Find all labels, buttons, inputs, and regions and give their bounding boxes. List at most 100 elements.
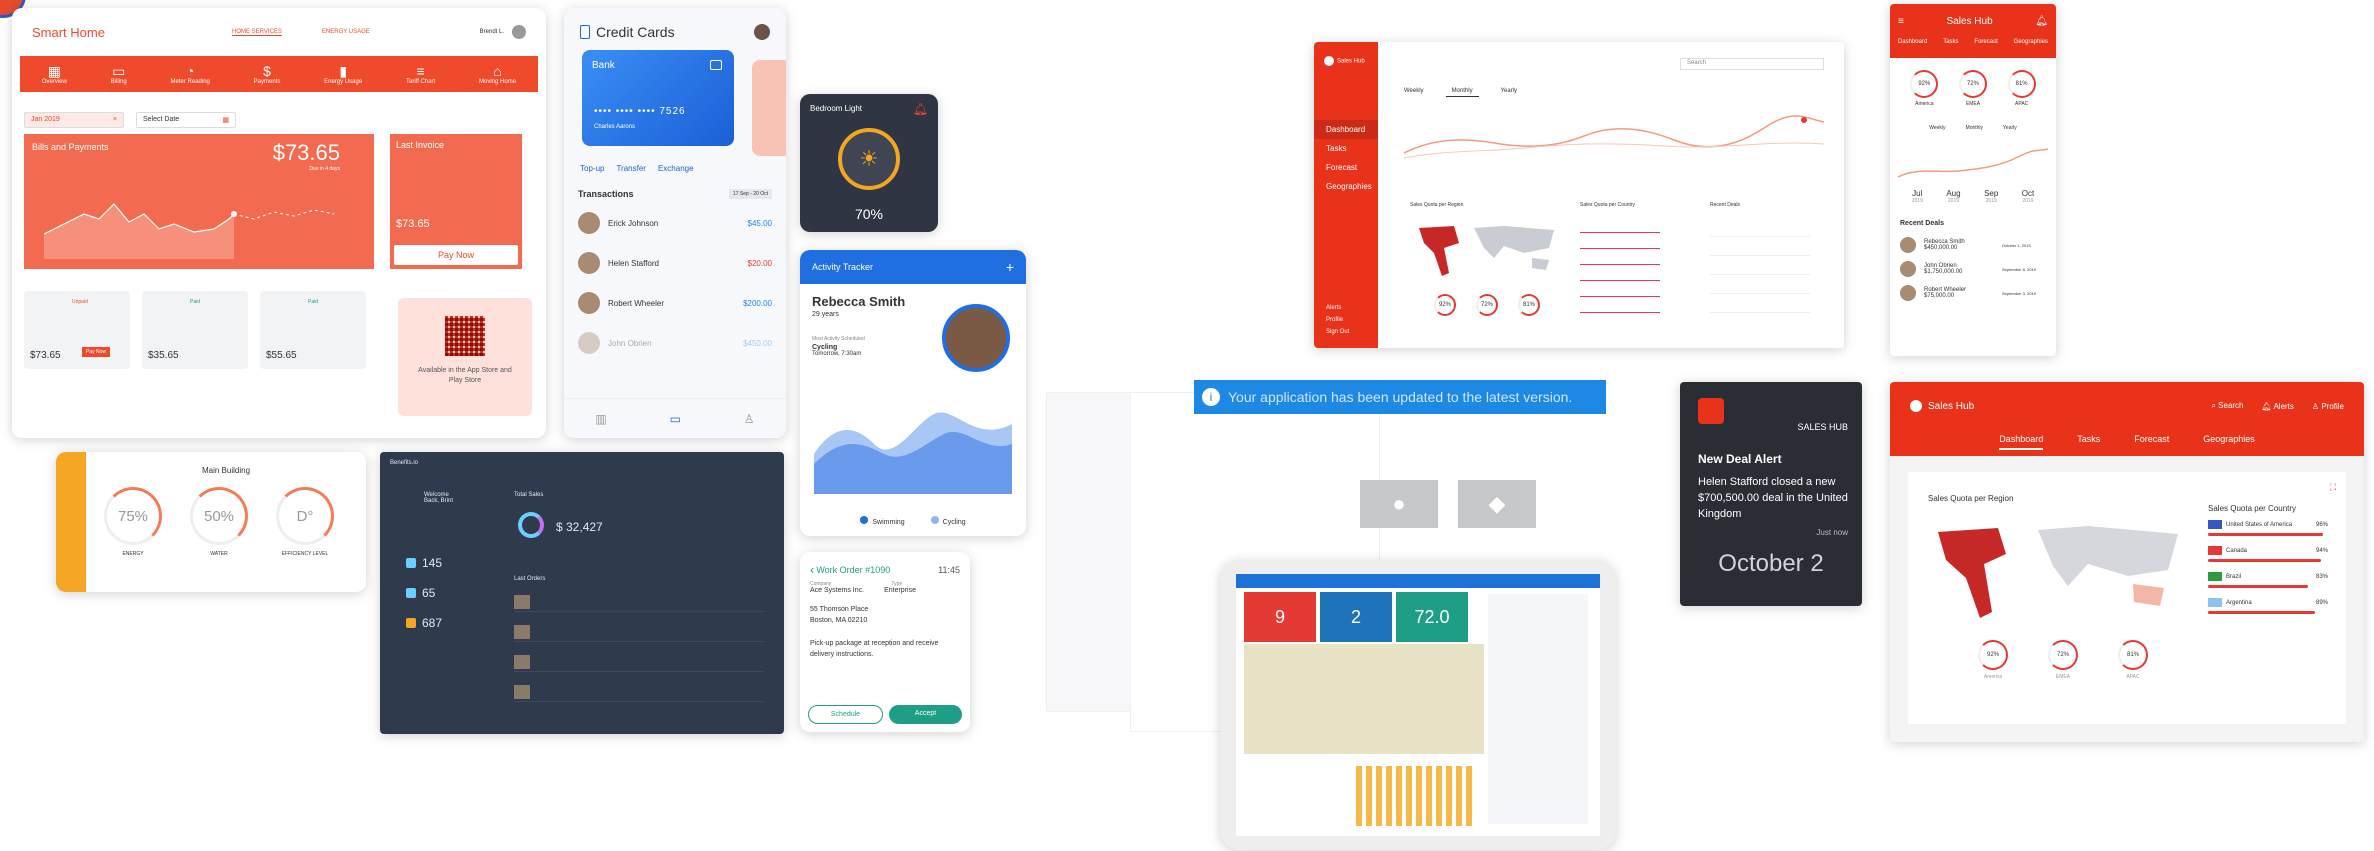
work-order-time: 11:45 [938,564,960,575]
pay-now-button[interactable]: Pay Now [394,245,518,265]
smart-home-card: Smart Home HOME SERVICES ENERGY USAGE Br… [12,8,546,438]
transaction-row[interactable]: Robert Wheeler $200.00 [564,283,786,323]
address: 55 Thomson Place Boston, MA 02210 [810,606,869,624]
quota-bar [2208,559,2321,562]
date-field[interactable]: Jan 2019 × [24,112,124,128]
order-row[interactable] [514,652,764,672]
menu-tasks[interactable]: Tasks [1314,139,1378,158]
company-value: Ace Systems Inc. [810,587,865,594]
ring-label: America [1915,101,1934,107]
nav-label: Payments [253,79,281,85]
transaction-row[interactable]: John Obrien $450.00 [564,323,786,363]
tariff-icon: ≡ [416,63,425,79]
accept-button[interactable]: Accept [889,705,962,724]
tab-tasks[interactable]: Tasks [1943,39,1958,45]
order-row[interactable] [514,622,764,642]
bill-status: Paid [308,299,319,305]
menu-profile[interactable]: Profile [1314,314,1378,326]
nav-item-3[interactable]: $ Payments [254,63,281,85]
tab-geographies[interactable]: Geographies [2203,434,2255,450]
order-row[interactable] [514,682,764,702]
search-link[interactable]: ⌕ Search [2211,401,2243,411]
tab-energy-usage[interactable]: ENERGY USAGE [322,29,370,35]
nav-item-1[interactable]: ▭ Billing [111,63,127,85]
bill-amount: $55.65 [266,350,297,361]
map-area [1244,644,1484,754]
app-store-text: Available in the App Store and Play Stor… [418,367,512,384]
bell-icon[interactable]: 🔔︎ [2035,16,2048,27]
menu-alerts[interactable]: Alerts [1314,302,1378,314]
quota-bar [2208,611,2315,614]
menu-dashboard[interactable]: Dashboard [1314,120,1378,139]
stat-row: 145 [406,556,442,570]
range-tab[interactable]: Monthly [1445,86,1479,97]
month-label: Jul 2019 [1911,189,1923,204]
close-icon[interactable]: × [113,116,117,124]
range-tab[interactable]: Yearly [2003,125,2017,131]
deal-row[interactable]: John Obrien $1,750,000.00 September 8, 201… [1890,257,2056,281]
tab-dashboard[interactable]: Dashboard [1999,434,2044,450]
smart-home-title: Smart Home [32,24,105,40]
quota-ring: 72% EMEA [1958,70,1987,107]
card-icon: ▭ [112,63,126,79]
country-name: Brazil [2226,573,2242,580]
country-rows [1580,218,1660,328]
alerts-link[interactable]: 🔔︎ Alerts [2262,402,2294,411]
tab-dashboard[interactable]: Dashboard [1898,39,1927,45]
tab-forecast[interactable]: Forecast [2134,434,2169,450]
gauge: 75% ENERGY [104,487,162,557]
pay-now-button[interactable]: Pay Now [82,347,111,357]
range-tab[interactable]: Weekly [1398,86,1430,97]
deal-amount: $75,000.00 [1924,293,1955,299]
nav-item-2[interactable]: ◔ Meter Reading [171,63,210,85]
bell-icon[interactable]: 🔔︎ [913,102,928,116]
nav-item-0[interactable]: ▦ Overview [42,63,67,85]
deal-row[interactable]: Rebecca Smith $450,000.00 October 1, 2019 [1890,233,2056,257]
alert-logo [1698,398,1724,424]
nav-item-6[interactable]: ⌂ Moving Home [479,63,516,85]
bulb-icon[interactable]: ☀ [838,128,900,190]
add-icon[interactable]: + [1006,259,1014,275]
activity-tracker-card: Activity Tracker + Rebecca Smith 29 year… [800,250,1026,536]
transaction-row[interactable]: Erick Johnson $45.00 [564,203,786,243]
tab-forecast[interactable]: Forecast [1974,39,1997,45]
ring-value: 72% [1958,70,1987,98]
schedule-button[interactable]: Schedule [808,705,883,724]
action-exchange[interactable]: Exchange [658,164,694,173]
order-row[interactable] [514,592,764,612]
back-icon[interactable]: ‹ [810,562,814,577]
range-tab[interactable]: Monthly [1966,125,1984,131]
action-top-up[interactable]: Top-up [580,164,604,173]
tablet-frame: 9 2 72.0 [1220,560,1616,850]
tab-home-services[interactable]: HOME SERVICES [232,29,282,36]
action-transfer[interactable]: Transfer [616,164,646,173]
chart-icon[interactable]: ▥ [595,412,606,426]
menu-forecast[interactable]: Forecast [1314,158,1378,177]
expand-icon[interactable]: ⛶ [2330,482,2336,493]
deal-row[interactable]: Robert Wheeler $75,000.00 September 3, 201… [1890,281,2056,305]
select-date-field[interactable]: Select Date ▦ [136,112,236,128]
date-value: Jan 2019 [31,116,60,123]
user-icon[interactable]: ♙ [744,412,755,426]
avatar[interactable] [754,24,770,40]
bank-label: Bank [592,60,615,71]
nav-item-4[interactable]: ▮ Energy Usage [324,63,362,85]
menu-geographies[interactable]: Geographies [1314,177,1378,196]
qr-code-icon [445,316,485,356]
search-input[interactable]: Search [1680,58,1824,70]
menu-sign-out[interactable]: Sign Out [1314,326,1378,338]
nav-item-5[interactable]: ≡ Tariff Chart [406,63,435,85]
bill-status: Unpaid [72,299,88,305]
tab-tasks[interactable]: Tasks [2077,434,2100,450]
transaction-row[interactable]: Helen Stafford $20.00 [564,243,786,283]
bank-card[interactable]: Bank •••• •••• •••• 7526 Charles Aarons [582,50,734,146]
range-tab[interactable]: Weekly [1929,125,1945,131]
avatar[interactable] [512,25,526,39]
tab-geographies[interactable]: Geographies [2014,39,2048,45]
alert-date: October 2 [1718,550,1824,577]
range-tab[interactable]: Yearly [1495,86,1523,97]
card-icon[interactable]: ▭ [670,412,681,426]
update-text: Your application has been updated to the… [1228,389,1573,405]
profile-link[interactable]: ♙ Profile [2312,402,2344,411]
date-filter[interactable]: 17 Sep - 20 Oct [728,189,772,199]
